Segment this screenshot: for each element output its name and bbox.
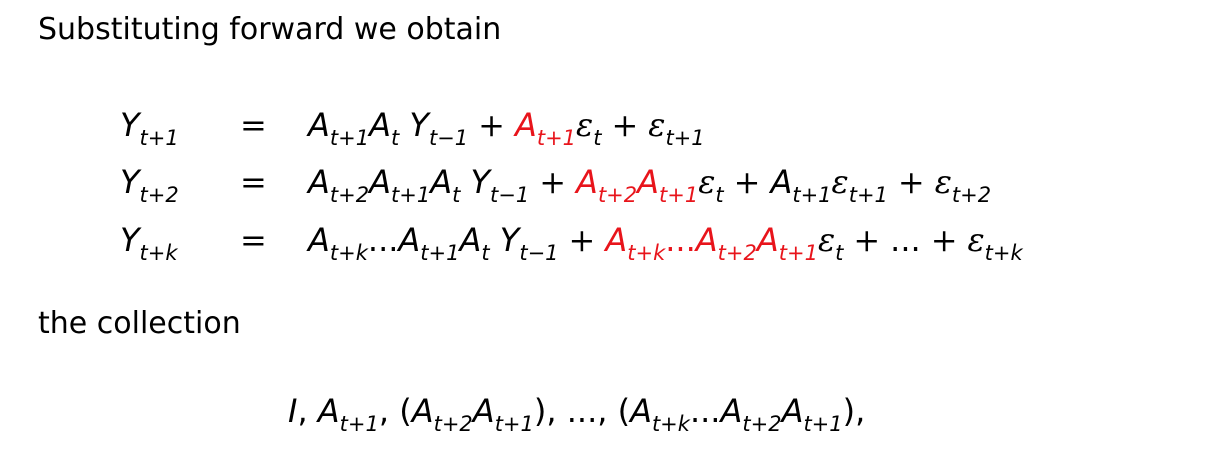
equation-lhs: Yt+1 — [120, 106, 179, 150]
equation-rhs: At+1At Yt−1 + At+1εt + εt+1 — [308, 106, 705, 150]
equals-sign: = — [240, 163, 267, 201]
equation-row-1: Yt+1 = At+1At Yt−1 + At+1εt + εt+1 — [0, 106, 1232, 156]
equals-sign: = — [240, 221, 267, 259]
equation-row-3: Yt+k = At+k...At+1At Yt−1 + At+k...At+2At+… — [0, 221, 1232, 271]
equation-lhs: Yt+2 — [120, 163, 179, 207]
collection-text: the collection — [38, 306, 241, 341]
equation-rhs: At+2At+1At Yt−1 + At+2At+1εt + At+1εt+1 + εt+2 — [308, 163, 992, 207]
equation-row-2: Yt+2 = At+2At+1At Yt−1 + At+2At+1εt + At+1εt… — [0, 163, 1232, 213]
equals-sign: = — [240, 106, 267, 144]
highlighted-term: At+k...At+2At+1 — [605, 221, 818, 265]
equation-rhs: At+k...At+1At Yt−1 + At+k...At+2At+1εt +...… — [308, 221, 1023, 265]
equation-lhs: Yt+k — [120, 221, 178, 265]
intro-text: Substituting forward we obtain — [38, 12, 502, 47]
collection-formula: I, At+1, (At+2At+1), ..., (At+k...At+2At… — [288, 392, 866, 436]
highlighted-term: At+2At+1 — [576, 163, 699, 207]
highlighted-term: At+1 — [514, 106, 577, 150]
